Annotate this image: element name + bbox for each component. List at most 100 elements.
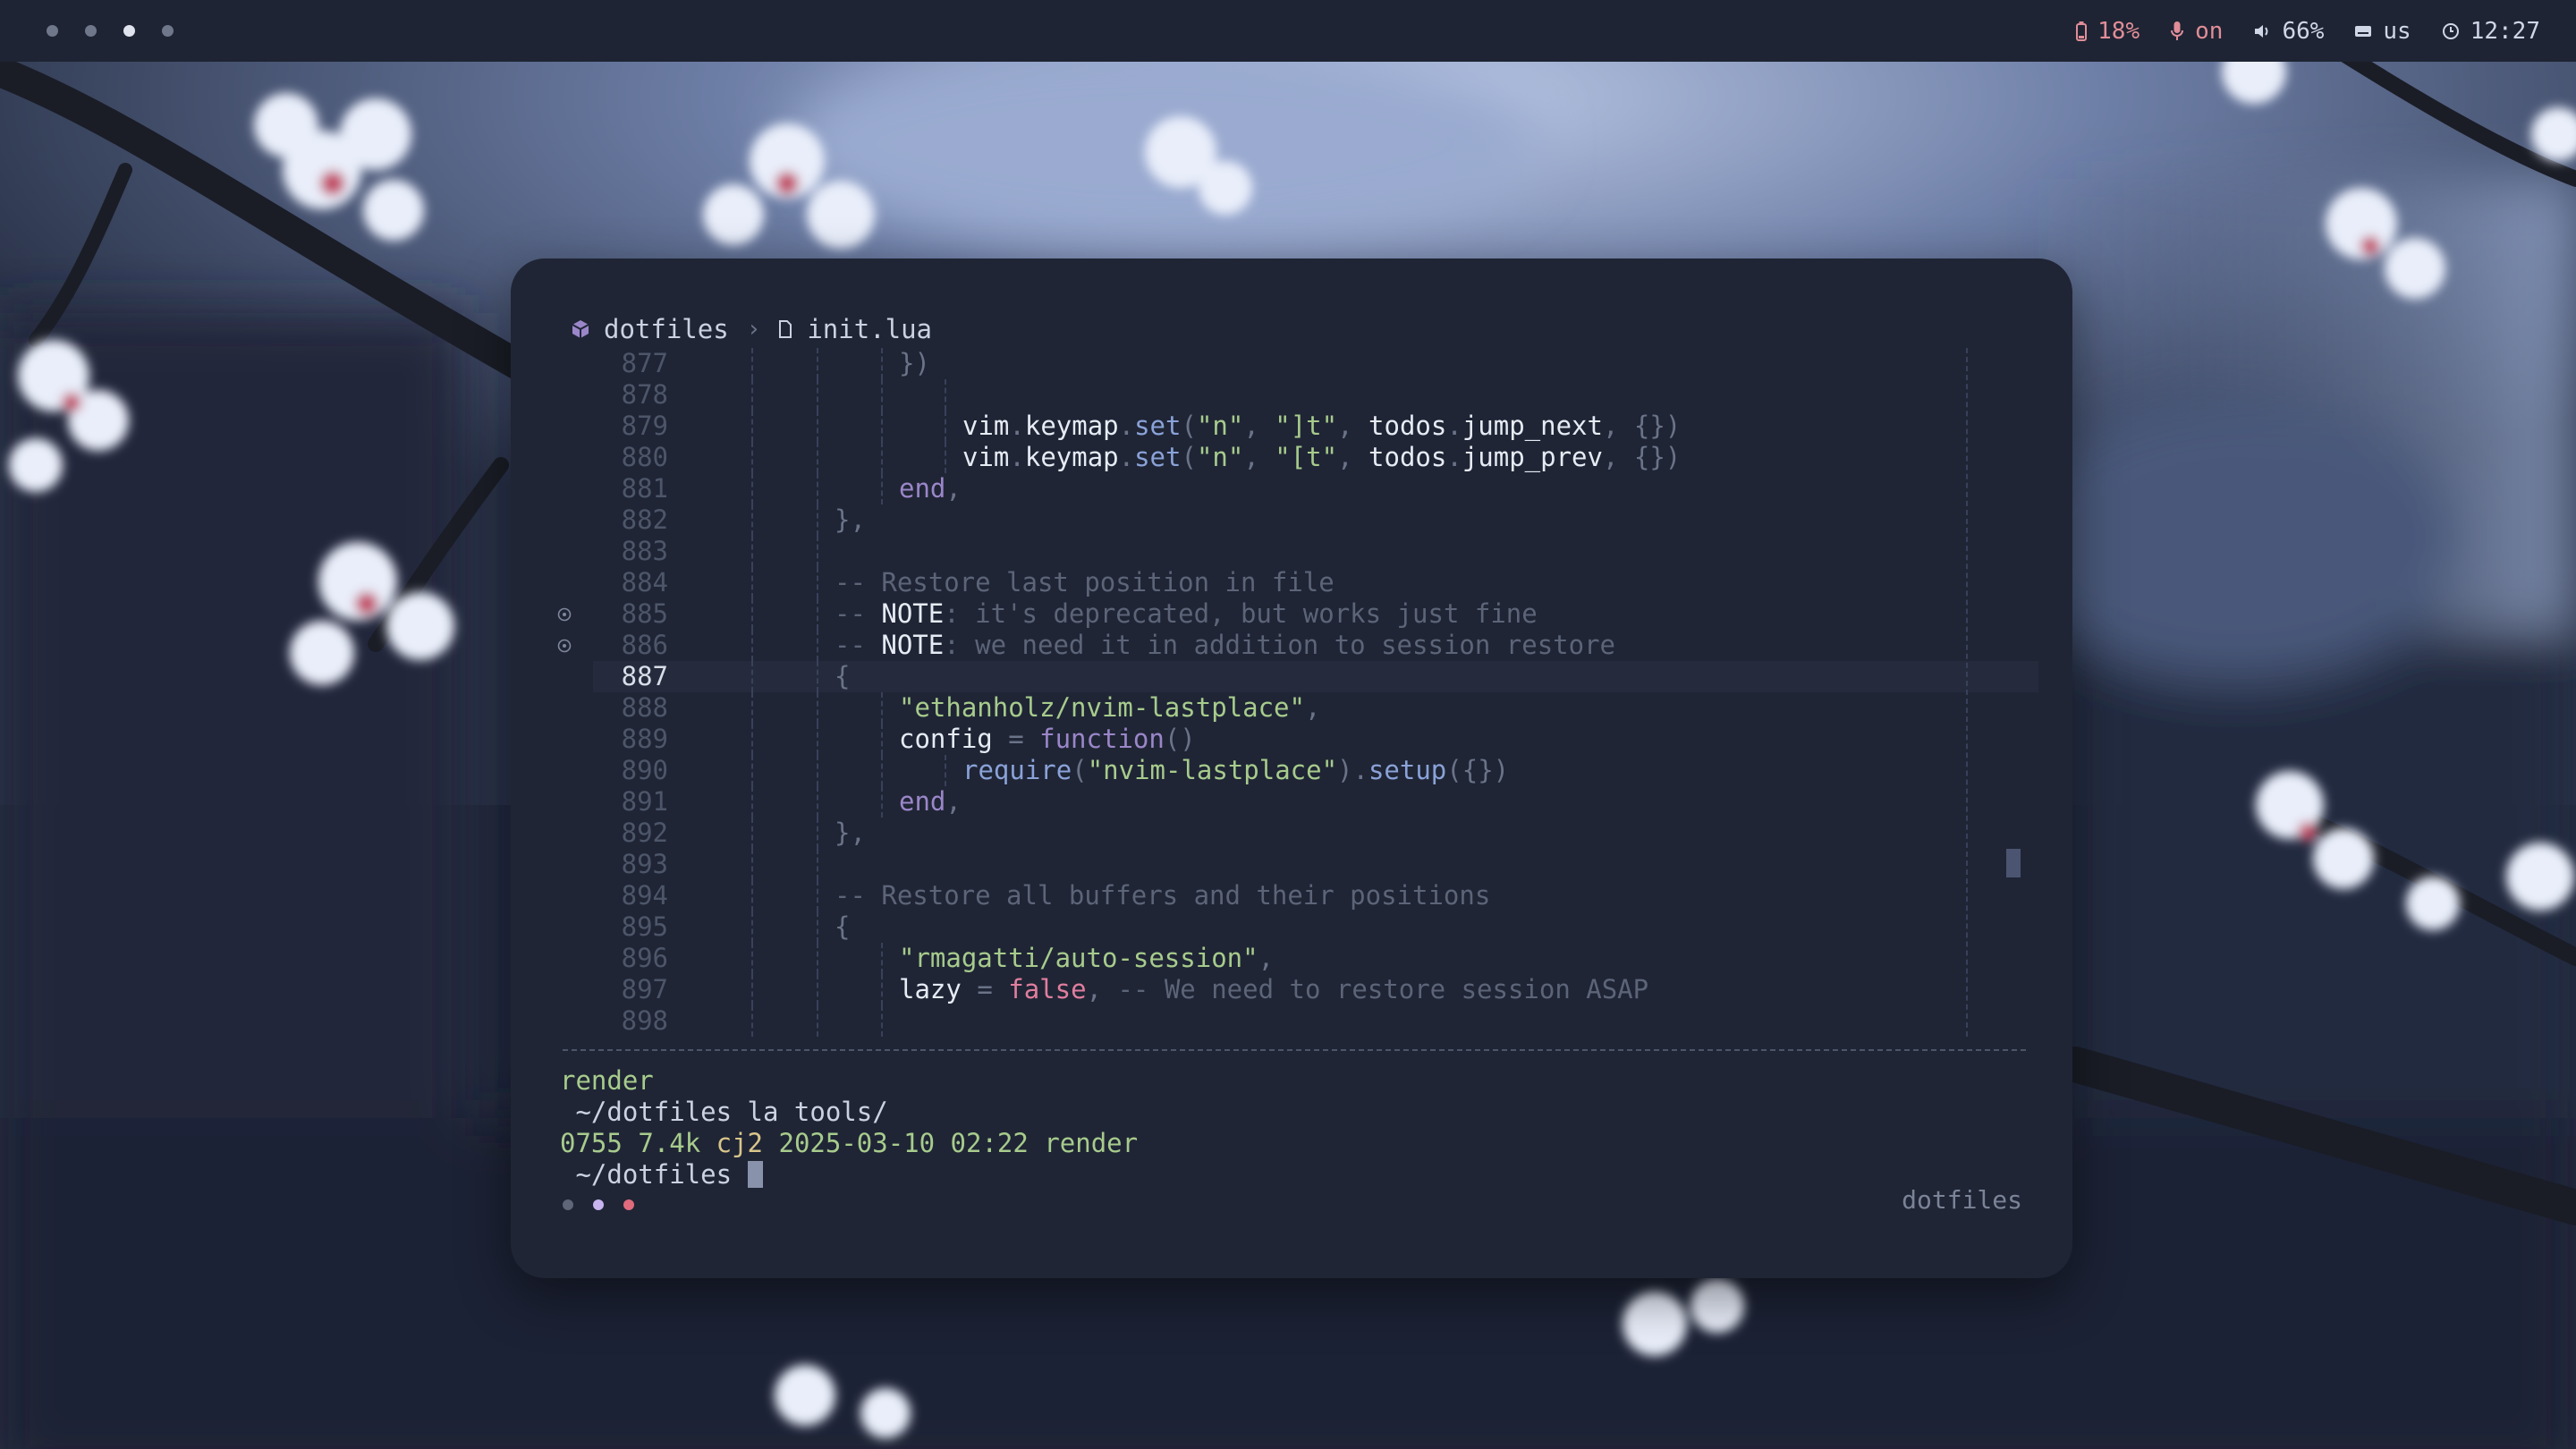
line-number: 890 (621, 755, 668, 785)
code-editor[interactable]: 877}) 878 879 vim.keymap.set("n", "]t", tod… (511, 348, 2072, 1037)
code-line[interactable]: 889 config = function() (511, 724, 2072, 755)
code-text: end, (899, 473, 962, 504)
code-line[interactable]: 898 (511, 1005, 2072, 1037)
session-name: dotfiles (1902, 1185, 2022, 1215)
breadcrumb-project[interactable]: dotfiles (604, 314, 729, 344)
indent-guide-right (1966, 348, 1968, 1037)
terminal-prompt-line: ~/dotfiles la tools/ (560, 1097, 888, 1128)
code-line[interactable]: 879 vim.keymap.set("n", "]t", todos.jump_… (511, 411, 2072, 442)
indent-guide (817, 598, 818, 630)
indent-guide (751, 943, 753, 974)
prompt-command: la tools/ (747, 1097, 888, 1127)
terminal-output-line: render (560, 1065, 654, 1096)
microphone-state: on (2195, 17, 2224, 45)
indent-guide (817, 348, 818, 379)
workspace-indicator-2[interactable] (85, 25, 97, 37)
code-text: }, (835, 818, 866, 848)
line-number: 888 (621, 692, 668, 723)
indent-guide (817, 536, 818, 567)
workspace-indicators (47, 25, 174, 37)
line-number: 891 (621, 786, 668, 817)
speaker-icon (2255, 24, 2268, 38)
terminal-window[interactable]: dotfiles › init.lua 877}) 878 879 vim.keyma… (511, 258, 2072, 1278)
code-line[interactable]: 886 -- NOTE: we need it in addition to se… (511, 630, 2072, 661)
indent-guide (751, 567, 753, 598)
code-line[interactable]: 888 "ethanholz/nvim-lastplace", (511, 692, 2072, 724)
line-number: 894 (621, 880, 668, 911)
keyboard-layout-status[interactable]: us (2354, 18, 2411, 45)
top-status-bar: 18% on 66% us 12:27 (0, 0, 2576, 62)
indent-guide (881, 1005, 883, 1037)
code-line[interactable]: 887 { (593, 661, 2038, 692)
line-number: 880 (621, 442, 668, 472)
code-line[interactable]: 883 (511, 536, 2072, 567)
breadcrumb-file[interactable]: init.lua (807, 314, 932, 344)
microphone-status[interactable]: on (2170, 18, 2223, 45)
code-line[interactable]: 893 (511, 849, 2072, 880)
code-line[interactable]: 885 -- NOTE: it's deprecated, but works j… (511, 598, 2072, 630)
keyboard-layout: us (2383, 17, 2411, 45)
indent-guide (751, 849, 753, 880)
code-line[interactable]: 891 end, (511, 786, 2072, 818)
indent-guide (945, 379, 946, 411)
session-tab-2[interactable] (593, 1199, 604, 1210)
battery-level: 18% (2097, 17, 2140, 45)
indent-guide (751, 348, 753, 379)
indent-guide (881, 786, 883, 818)
workspace-indicator-3[interactable] (123, 25, 135, 37)
indent-guide (881, 974, 883, 1005)
battery-icon (2076, 21, 2088, 41)
workspace-indicator-1[interactable] (47, 25, 58, 37)
code-line[interactable]: 882}, (511, 504, 2072, 536)
code-text: }) (899, 348, 930, 378)
clock-icon (2442, 22, 2459, 39)
code-text: { (835, 661, 851, 691)
session-tab-3[interactable] (623, 1199, 634, 1210)
line-number: 897 (621, 974, 668, 1004)
indent-guide (817, 786, 818, 818)
code-line[interactable]: 877}) (511, 348, 2072, 379)
line-number: 896 (621, 943, 668, 973)
code-line[interactable]: 895 { (511, 911, 2072, 943)
workspace-indicator-4[interactable] (162, 25, 174, 37)
indent-guide (945, 755, 946, 786)
code-line[interactable]: 892}, (511, 818, 2072, 849)
indent-guide (817, 755, 818, 786)
terminal-input-line[interactable]: ~/dotfiles (560, 1159, 763, 1191)
code-text: -- NOTE: it's deprecated, but works just… (835, 598, 1538, 629)
clock-status[interactable]: 12:27 (2442, 18, 2540, 45)
code-line[interactable]: 884 -- Restore last position in file (511, 567, 2072, 598)
code-line[interactable]: 880 vim.keymap.set("n", "[t", todos.jump_… (511, 442, 2072, 473)
volume-level: 66% (2282, 17, 2325, 45)
note-sign-icon (557, 639, 572, 653)
code-line[interactable]: 894 -- Restore all buffers and their posi… (511, 880, 2072, 911)
code-text: -- Restore all buffers and their positio… (835, 880, 1491, 911)
code-text: -- Restore last position in file (835, 567, 1335, 597)
line-number: 885 (621, 598, 668, 629)
volume-status[interactable]: 66% (2253, 18, 2324, 45)
editor-scrollbar[interactable] (2006, 849, 2021, 877)
indent-guide (881, 692, 883, 724)
status-area: 18% on 66% us 12:27 (2076, 18, 2540, 45)
code-line[interactable]: 897 lazy = false, -- We need to restore s… (511, 974, 2072, 1005)
indent-guide (751, 1005, 753, 1037)
indent-guide (817, 724, 818, 755)
line-number: 877 (621, 348, 668, 378)
line-number: 887 (621, 661, 668, 691)
indent-guide (881, 473, 883, 504)
indent-guide (817, 442, 818, 473)
code-line[interactable]: 890 require("nvim-lastplace").setup({}) (511, 755, 2072, 786)
indent-guide (751, 411, 753, 442)
code-line[interactable]: 896 "rmagatti/auto-session", (511, 943, 2072, 974)
code-line[interactable]: 881 end, (511, 473, 2072, 504)
battery-status[interactable]: 18% (2076, 18, 2140, 45)
indent-guide (945, 442, 946, 473)
indent-guide (751, 504, 753, 536)
line-number: 889 (621, 724, 668, 754)
session-tabs (563, 1199, 634, 1210)
indent-guide (945, 411, 946, 442)
indent-guide (817, 379, 818, 411)
code-line[interactable]: 878 (511, 379, 2072, 411)
indent-guide (817, 818, 818, 849)
session-tab-1[interactable] (563, 1199, 573, 1210)
